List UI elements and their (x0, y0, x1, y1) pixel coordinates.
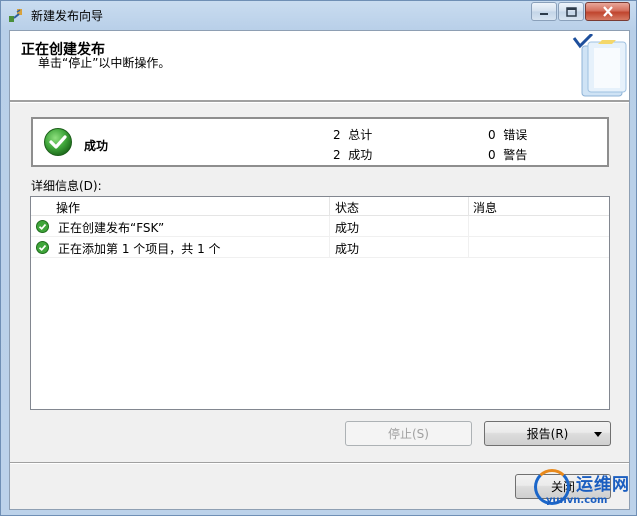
success-check-icon (36, 241, 49, 254)
cell-divider (468, 237, 469, 257)
stat-warning: 0 警告 (488, 146, 527, 163)
title-bar[interactable]: 新建发布向导 (1, 1, 636, 29)
maximize-icon (565, 6, 577, 17)
column-header-message[interactable]: 消息 (473, 199, 497, 216)
list-header: 操作 状态 消息 (31, 197, 609, 216)
page-subtitle: 单击“停止”以中断操作。 (38, 56, 171, 70)
watermark-name: 运维网 (576, 475, 630, 495)
report-button[interactable]: 报告(R) (484, 421, 611, 446)
cell-divider (468, 216, 469, 236)
stop-button[interactable]: 停止(S) (345, 421, 472, 446)
stat-total-label: 总计 (348, 128, 373, 142)
cell-divider (329, 216, 330, 236)
stat-warning-count: 0 (488, 148, 496, 162)
wizard-book-icon (572, 34, 627, 97)
dropdown-arrow-icon (594, 432, 602, 437)
list-row[interactable]: 正在添加第 1 个项目，共 1 个 成功 (31, 237, 609, 258)
report-button-label: 报告(R) (526, 427, 569, 441)
maximize-button[interactable] (558, 2, 584, 21)
column-header-status[interactable]: 状态 (335, 199, 359, 216)
stat-success: 2 成功 (333, 146, 372, 163)
success-check-icon (36, 220, 49, 233)
wizard-header: 正在创建发布 单击“停止”以中断操作。 (10, 31, 629, 101)
header-divider (10, 101, 629, 103)
window-title: 新建发布向导 (31, 9, 104, 23)
row-status: 成功 (335, 242, 360, 256)
site-watermark: 运维网 yunvn.com (532, 467, 632, 509)
column-header-action[interactable]: 操作 (56, 199, 80, 216)
row-action: 正在创建发布“FSK” (58, 221, 165, 235)
publication-wizard-icon (9, 9, 22, 22)
stat-error: 0 错误 (488, 126, 527, 143)
details-list[interactable]: 操作 状态 消息 正在创建发布“FSK” 成功 正在添加第 1 个项目，共 1 … (30, 196, 610, 410)
stat-error-label: 错误 (503, 128, 528, 142)
overall-status: 成功 (84, 139, 109, 153)
cell-divider (329, 237, 330, 257)
stat-success-count: 2 (333, 148, 341, 162)
minimize-icon (540, 12, 548, 15)
row-action: 正在添加第 1 个项目，共 1 个 (58, 242, 221, 256)
row-status: 成功 (335, 221, 360, 235)
details-label: 详细信息(D): (31, 179, 102, 193)
minimize-button[interactable] (531, 2, 557, 21)
footer-divider (10, 462, 629, 464)
wizard-window: 新建发布向导 正在创建发布 单击“停止”以中断操作。 成功 2 总计 2 成功 … (0, 0, 637, 516)
stat-total: 2 总计 (333, 126, 372, 143)
watermark-url: yunvn.com (546, 495, 608, 506)
stat-warning-label: 警告 (503, 148, 528, 162)
close-window-button[interactable] (585, 2, 630, 21)
wizard-client-area: 正在创建发布 单击“停止”以中断操作。 成功 2 总计 2 成功 0 错误 0 … (9, 30, 630, 510)
stat-total-count: 2 (333, 128, 341, 142)
summary-panel: 成功 2 总计 2 成功 0 错误 0 警告 (31, 117, 609, 167)
stat-success-label: 成功 (348, 148, 373, 162)
column-divider[interactable] (329, 197, 330, 215)
success-check-icon (44, 128, 72, 156)
list-row[interactable]: 正在创建发布“FSK” 成功 (31, 216, 609, 237)
close-icon (602, 6, 613, 17)
column-divider[interactable] (468, 197, 469, 215)
stat-error-count: 0 (488, 128, 496, 142)
